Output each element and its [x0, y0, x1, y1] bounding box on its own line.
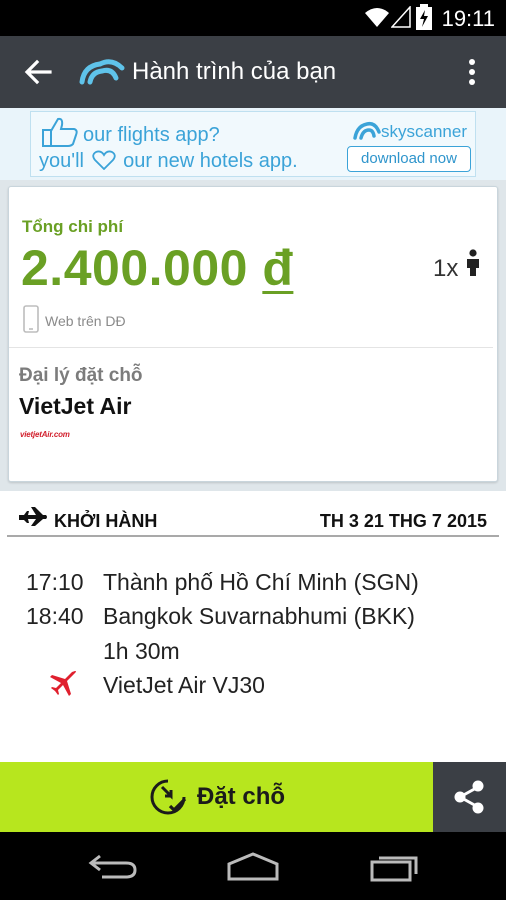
- book-button[interactable]: Đặt chỗ: [0, 762, 433, 832]
- heart-icon: [91, 150, 116, 170]
- nav-recent-apps-icon[interactable]: [370, 852, 420, 882]
- departure-label: KHỞI HÀNH: [54, 511, 158, 531]
- page-title: Hành trình của bạn: [132, 58, 337, 85]
- depart-time: 17:10: [26, 569, 84, 595]
- wifi-icon: [365, 8, 389, 27]
- header-divider: [7, 535, 499, 537]
- system-nav-bar: [0, 832, 506, 900]
- signal-icon: [391, 6, 411, 28]
- ad-line-2-prefix: you'll: [39, 150, 84, 172]
- total-price: 2.400.000 đ: [21, 239, 293, 297]
- flight-duration: 1h 30m: [103, 638, 180, 664]
- ad-brand-label: skyscanner: [381, 122, 467, 141]
- mobile-phone-icon: [23, 305, 39, 333]
- ad-banner[interactable]: our flights app? you'll our new hotels a…: [30, 111, 476, 177]
- ad-line-1: our flights app?: [83, 124, 220, 146]
- download-now-button[interactable]: download now: [347, 146, 471, 172]
- battery-charging-icon: [416, 4, 432, 30]
- overflow-menu-icon[interactable]: [458, 56, 486, 88]
- back-arrow-icon[interactable]: [22, 56, 54, 88]
- ad-line-2: you'll our new hotels app.: [39, 150, 298, 173]
- app-bar: Hành trình của bạn: [0, 36, 506, 108]
- departure-date: TH 3 21 THG 7 2015: [319, 511, 487, 531]
- price-card: Tổng chi phí 2.400.000 đ 1x Web trên DĐ …: [8, 186, 498, 482]
- book-check-icon: [150, 779, 187, 815]
- status-time: 19:11: [441, 6, 495, 31]
- skyscanner-brand-icon: [353, 121, 381, 140]
- booking-agent-name: VietJet Air: [19, 393, 132, 419]
- total-cost-label: Tổng chi phí: [22, 217, 124, 236]
- ad-banner-area: our flights app? you'll our new hotels a…: [0, 108, 506, 180]
- arrive-time: 18:40: [26, 603, 84, 629]
- skyscanner-logo-icon: [79, 59, 125, 85]
- thumbs-up-icon: [42, 117, 78, 147]
- departure-section: KHỞI HÀNH TH 3 21 THG 7 2015 17:10 Thành…: [0, 491, 506, 762]
- person-icon: [467, 249, 479, 276]
- arrive-place: Bangkok Suvarnabhumi (BKK): [103, 603, 415, 629]
- airplane-icon: [19, 507, 47, 526]
- status-bar: 19:11: [0, 0, 506, 36]
- airline-plane-icon: [50, 671, 76, 696]
- passenger-count: 1x: [433, 255, 459, 282]
- price-amount: 2.400.000: [21, 240, 248, 296]
- share-button[interactable]: [433, 762, 506, 832]
- flight-number: VietJet Air VJ30: [103, 672, 265, 698]
- depart-place: Thành phố Hồ Chí Minh (SGN): [103, 569, 419, 595]
- card-divider: [9, 347, 493, 348]
- share-icon: [454, 780, 484, 814]
- booking-agent-label: Đại lý đặt chỗ: [19, 365, 143, 386]
- nav-back-icon[interactable]: [88, 852, 138, 880]
- price-currency: đ: [262, 240, 294, 296]
- vietjet-logo: vietjetAir.com: [20, 430, 70, 439]
- booking-channel-label: Web trên DĐ: [45, 313, 126, 329]
- book-button-label: Đặt chỗ: [197, 783, 286, 810]
- ad-line-2-suffix: our new hotels app.: [123, 150, 298, 172]
- departure-header: KHỞI HÀNH TH 3 21 THG 7 2015: [0, 491, 506, 537]
- nav-home-icon[interactable]: [226, 852, 280, 882]
